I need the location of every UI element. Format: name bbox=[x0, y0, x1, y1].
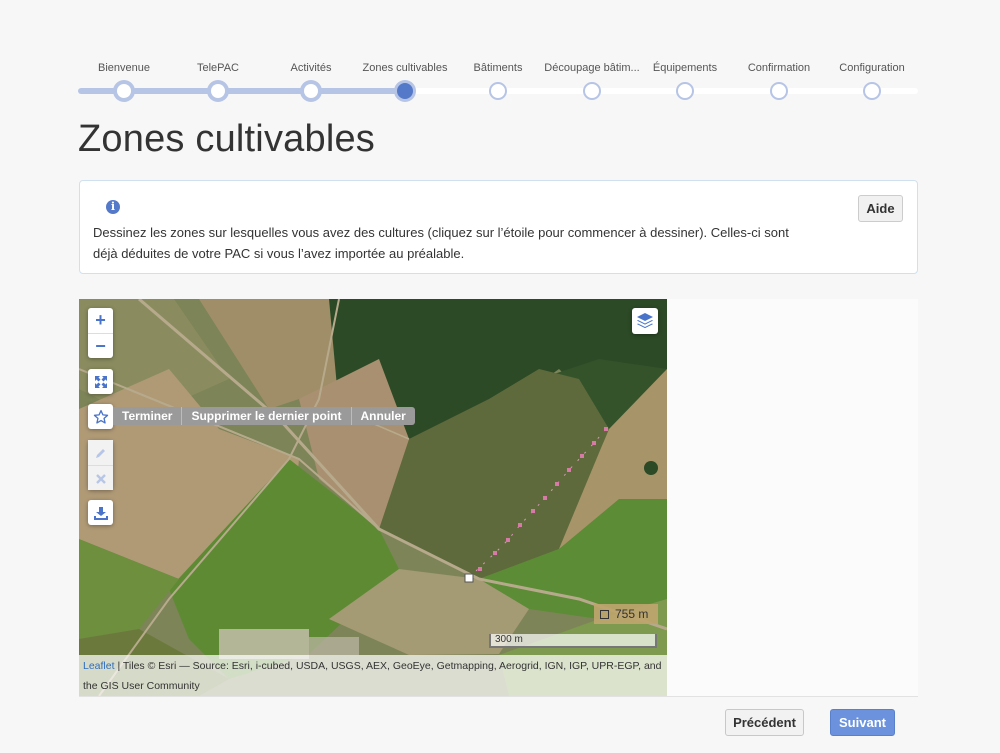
info-panel: i Dessinez les zones sur lesquelles vous… bbox=[79, 180, 918, 274]
draw-actions-toolbar: Terminer Supprimer le dernier point Annu… bbox=[113, 407, 415, 425]
fullscreen-icon[interactable] bbox=[88, 369, 113, 394]
step-label: Zones cultivables bbox=[362, 62, 448, 74]
step-label: TelePAC bbox=[197, 62, 239, 74]
download-control bbox=[88, 500, 113, 525]
map-attribution: Leaflet | Tiles © Esri — Source: Esri, i… bbox=[79, 655, 667, 696]
next-button[interactable]: Suivant bbox=[830, 709, 895, 736]
finish-drawing-button[interactable]: Terminer bbox=[113, 407, 181, 425]
square-icon bbox=[600, 610, 609, 619]
step-label: Équipements bbox=[652, 62, 718, 74]
measure-value: 755 m bbox=[615, 607, 649, 621]
step-dot bbox=[676, 82, 694, 100]
step-dot bbox=[863, 82, 881, 100]
map[interactable]: + − Terminer Supprimer le dernier point … bbox=[79, 299, 667, 696]
help-button[interactable]: Aide bbox=[858, 195, 903, 222]
step-dot bbox=[113, 80, 135, 102]
edit-control bbox=[88, 440, 113, 490]
info-text: Dessinez les zones sur lesquelles vous a… bbox=[93, 225, 789, 261]
step-label: Confirmation bbox=[747, 62, 811, 74]
scale-bar: 300 m bbox=[489, 634, 657, 648]
step-dot bbox=[394, 80, 416, 102]
zoom-in-button[interactable]: + bbox=[88, 308, 113, 333]
info-icon: i bbox=[106, 200, 120, 214]
draw-vertex-marker[interactable] bbox=[464, 573, 474, 583]
fullscreen-control bbox=[88, 369, 113, 394]
step-label: Configuration bbox=[839, 62, 905, 74]
step-dot bbox=[207, 80, 229, 102]
step-configuration[interactable]: Configuration bbox=[822, 60, 922, 100]
side-panel bbox=[667, 299, 918, 696]
step-label: Bâtiments bbox=[473, 62, 523, 74]
step-equipements[interactable]: Équipements bbox=[635, 60, 735, 100]
pencil-icon[interactable] bbox=[88, 440, 113, 465]
step-dot bbox=[489, 82, 507, 100]
step-batiments[interactable]: Bâtiments bbox=[448, 60, 548, 100]
step-label: Activités bbox=[290, 62, 332, 74]
divider bbox=[79, 696, 918, 697]
step-dot bbox=[583, 82, 601, 100]
step-label: Bienvenue bbox=[98, 62, 150, 74]
step-telepac[interactable]: TelePAC bbox=[168, 60, 268, 102]
step-dot bbox=[770, 82, 788, 100]
step-dot bbox=[300, 80, 322, 102]
step-confirmation[interactable]: Confirmation bbox=[729, 60, 829, 100]
download-icon[interactable] bbox=[88, 500, 113, 525]
previous-button[interactable]: Précédent bbox=[725, 709, 804, 736]
leaflet-link[interactable]: Leaflet bbox=[83, 660, 115, 672]
step-decoupage-batiments[interactable]: Découpage bâtim... bbox=[542, 60, 642, 100]
step-bienvenue[interactable]: Bienvenue bbox=[74, 60, 174, 102]
step-label: Découpage bâtim... bbox=[544, 62, 640, 74]
attribution-text: | Tiles © Esri — Source: Esri, i-cubed, … bbox=[83, 660, 662, 692]
layers-icon[interactable] bbox=[632, 308, 658, 334]
star-icon[interactable] bbox=[88, 404, 113, 429]
wizard-stepper: Bienvenue TelePAC Activités Zones cultiv… bbox=[78, 60, 918, 104]
zoom-out-button[interactable]: − bbox=[88, 333, 113, 358]
draw-control bbox=[88, 404, 113, 429]
delete-last-point-button[interactable]: Supprimer le dernier point bbox=[181, 407, 350, 425]
step-activites[interactable]: Activités bbox=[261, 60, 361, 102]
step-zones-cultivables[interactable]: Zones cultivables bbox=[355, 60, 455, 102]
area-measure-label: 755 m bbox=[594, 604, 658, 624]
cross-icon[interactable] bbox=[88, 465, 113, 490]
cancel-drawing-button[interactable]: Annuler bbox=[350, 407, 415, 425]
page-title: Zones cultivables bbox=[78, 118, 375, 160]
zoom-control: + − bbox=[88, 308, 113, 358]
